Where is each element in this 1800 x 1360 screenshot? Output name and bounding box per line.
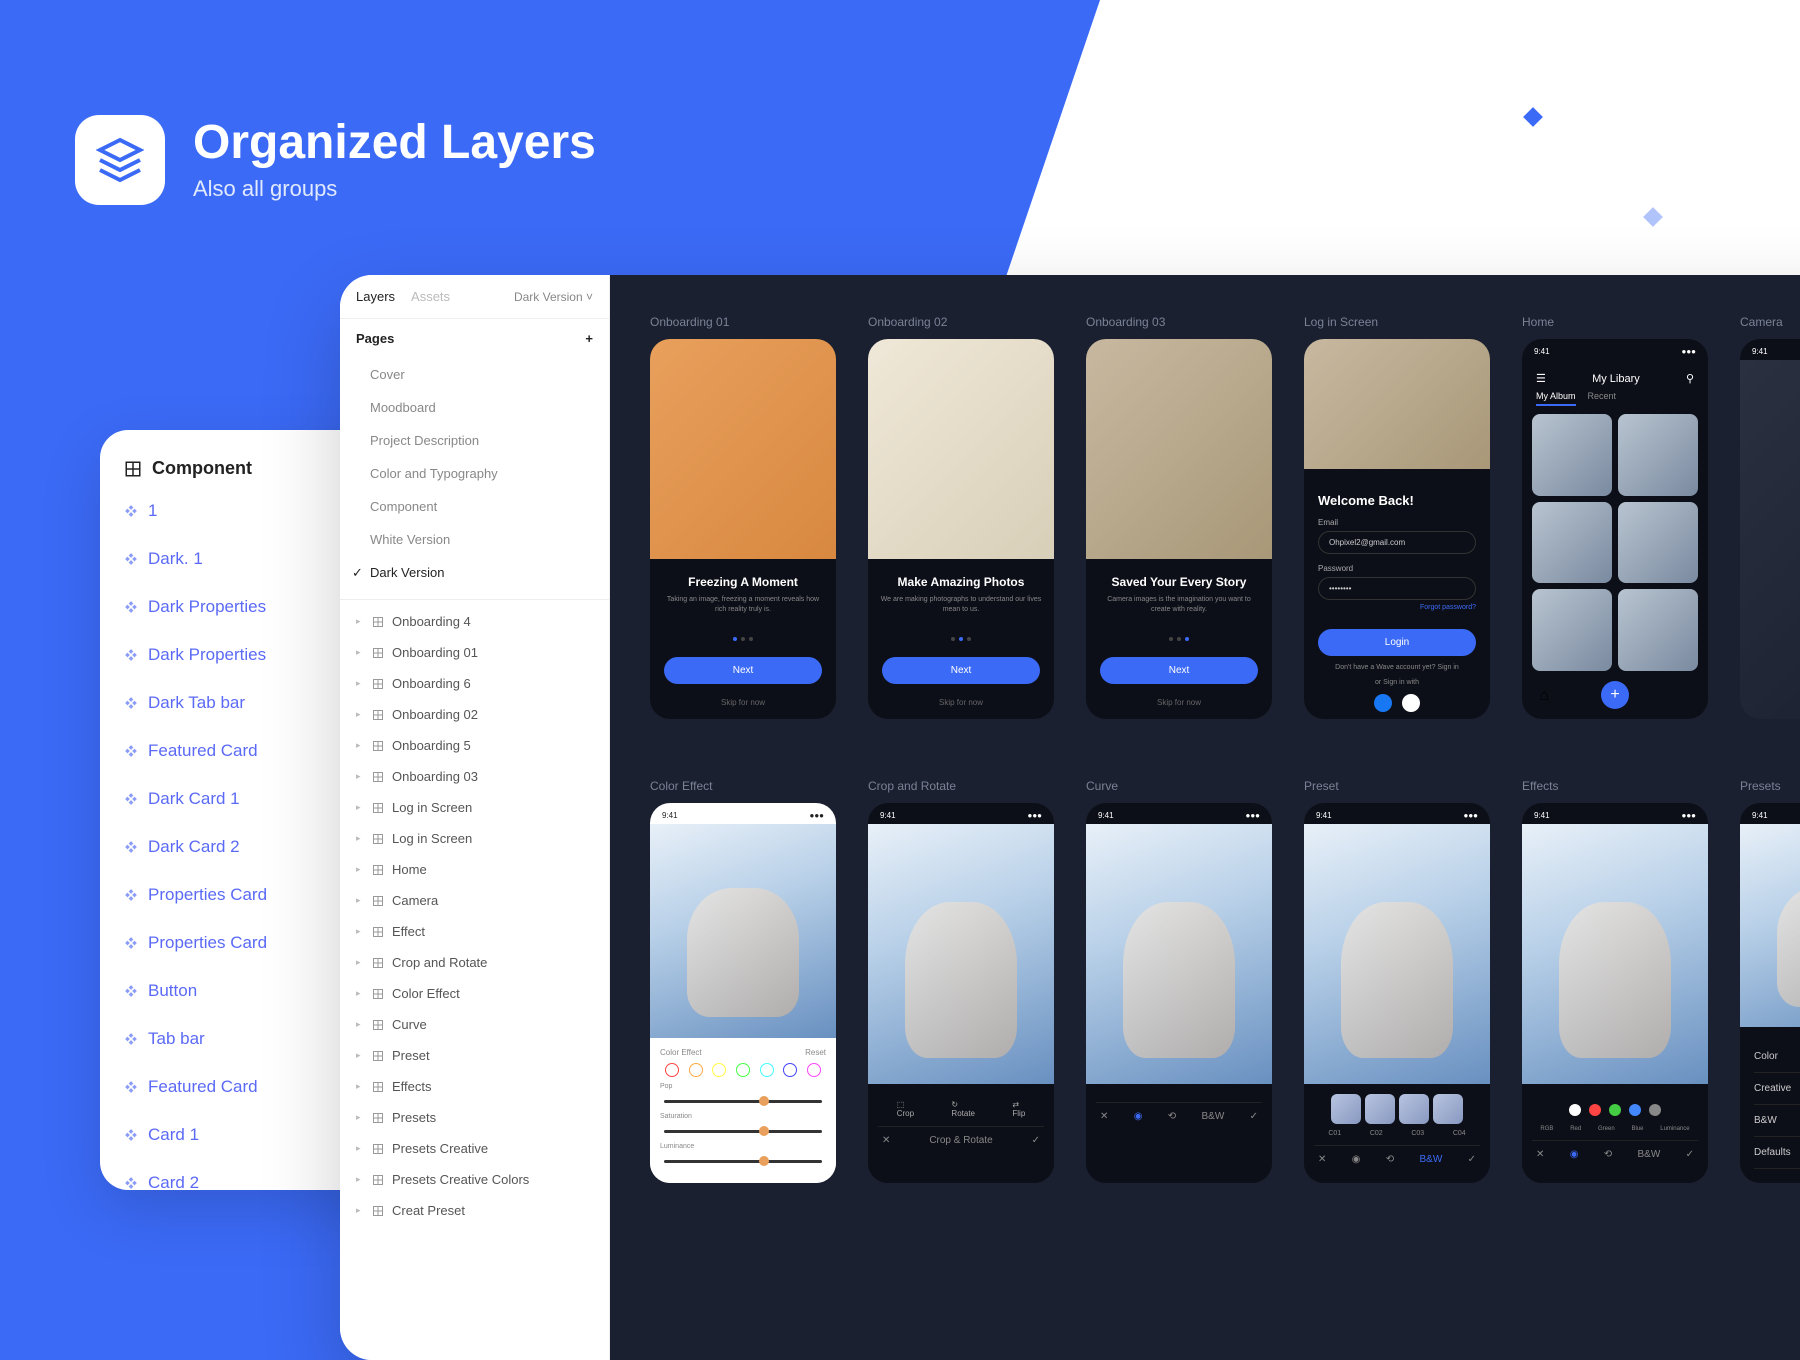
close-icon[interactable]: ✕ bbox=[1318, 1154, 1326, 1165]
decorative-dot bbox=[1643, 207, 1663, 227]
frame-item[interactable]: ▸Effect bbox=[340, 916, 609, 947]
password-field[interactable]: •••••••• bbox=[1318, 577, 1476, 600]
add-button[interactable]: + bbox=[1601, 681, 1629, 709]
login-button[interactable]: Login bbox=[1318, 629, 1476, 656]
frame-item[interactable]: ▸Curve bbox=[340, 1009, 609, 1040]
page-item[interactable]: Component bbox=[340, 490, 609, 523]
artboard[interactable]: Onboarding 02 Make Amazing PhotosWe are … bbox=[868, 315, 1054, 719]
skip-link[interactable]: Skip for now bbox=[650, 698, 836, 719]
design-canvas[interactable]: Onboarding 01 Freezing A MomentTaking an… bbox=[610, 275, 1800, 1360]
frame-item[interactable]: ▸Home bbox=[340, 854, 609, 885]
page-item[interactable]: Color and Typography bbox=[340, 457, 609, 490]
artboard[interactable]: Camera 9:41●●● bbox=[1740, 315, 1800, 719]
artboard[interactable]: Onboarding 01 Freezing A MomentTaking an… bbox=[650, 315, 836, 719]
frame-item[interactable]: ▸Onboarding 02 bbox=[340, 699, 609, 730]
skip-link[interactable]: Skip for now bbox=[868, 698, 1054, 719]
check-icon[interactable]: ✓ bbox=[1032, 1135, 1040, 1146]
frame-item[interactable]: ▸Preset bbox=[340, 1040, 609, 1071]
artboard[interactable]: Preset 9:41●●● C01C02C03C04 ✕◉⟲B&W✓ bbox=[1304, 779, 1490, 1183]
frame-item[interactable]: ▸Creat Preset bbox=[340, 1195, 609, 1226]
tab-recent[interactable]: Recent bbox=[1588, 391, 1617, 406]
frame-item[interactable]: ▸Camera bbox=[340, 885, 609, 916]
page-header: Organized Layers Also all groups bbox=[75, 115, 596, 205]
search-icon[interactable]: ⚲ bbox=[1686, 372, 1694, 385]
frame-item[interactable]: ▸Onboarding 01 bbox=[340, 637, 609, 668]
figma-window: Layers Assets Dark Version ˅ Pages + Cov… bbox=[340, 275, 1800, 1360]
layers-icon bbox=[75, 115, 165, 205]
page-item[interactable]: Moodboard bbox=[340, 391, 609, 424]
close-icon[interactable]: ✕ bbox=[882, 1135, 890, 1146]
email-field[interactable]: Ohpixel2@gmail.com bbox=[1318, 531, 1476, 554]
page-item[interactable]: Dark Version bbox=[340, 556, 609, 589]
artboard[interactable]: Presets 9:41●●● ColorCreativeB&WDefaults bbox=[1740, 779, 1800, 1183]
facebook-icon[interactable] bbox=[1374, 694, 1392, 712]
check-icon[interactable]: ✓ bbox=[1250, 1111, 1258, 1122]
page-item[interactable]: Project Description bbox=[340, 424, 609, 457]
frame-item[interactable]: ▸Log in Screen bbox=[340, 823, 609, 854]
frame-item[interactable]: ▸Presets Creative bbox=[340, 1133, 609, 1164]
check-icon[interactable]: ✓ bbox=[1468, 1154, 1476, 1165]
decorative-dot bbox=[1523, 107, 1543, 127]
frame-item[interactable]: ▸Onboarding 03 bbox=[340, 761, 609, 792]
pages-label: Pages bbox=[356, 331, 394, 346]
artboard[interactable]: Color Effect 9:41●●● Color EffectReset P… bbox=[650, 779, 836, 1183]
google-icon[interactable] bbox=[1402, 694, 1420, 712]
frame-item[interactable]: ▸Onboarding 6 bbox=[340, 668, 609, 699]
artboard[interactable]: Home 9:41●●● ☰My Libary⚲ My AlbumRecent … bbox=[1522, 315, 1708, 719]
page-item[interactable]: White Version bbox=[340, 523, 609, 556]
frame-item[interactable]: ▸Presets bbox=[340, 1102, 609, 1133]
frame-item[interactable]: ▸Crop and Rotate bbox=[340, 947, 609, 978]
frame-item[interactable]: ▸Log in Screen bbox=[340, 792, 609, 823]
forgot-link[interactable]: Forgot password? bbox=[1318, 604, 1476, 611]
add-page-button[interactable]: + bbox=[585, 331, 593, 346]
frame-item[interactable]: ▸Color Effect bbox=[340, 978, 609, 1009]
frame-item[interactable]: ▸Presets Creative Colors bbox=[340, 1164, 609, 1195]
next-button[interactable]: Next bbox=[664, 657, 822, 684]
close-icon[interactable]: ✕ bbox=[1536, 1149, 1544, 1160]
artboard[interactable]: Log in Screen Welcome Back! Email Ohpixe… bbox=[1304, 315, 1490, 719]
tab-album[interactable]: My Album bbox=[1536, 391, 1576, 406]
close-icon[interactable]: ✕ bbox=[1100, 1111, 1108, 1122]
frame-item[interactable]: ▸Onboarding 5 bbox=[340, 730, 609, 761]
next-button[interactable]: Next bbox=[882, 657, 1040, 684]
version-dropdown[interactable]: Dark Version ˅ bbox=[514, 290, 593, 304]
artboard[interactable]: Effects 9:41●●● RGBRedGreenBlueLuminance… bbox=[1522, 779, 1708, 1183]
layers-sidebar: Layers Assets Dark Version ˅ Pages + Cov… bbox=[340, 275, 610, 1360]
page-subtitle: Also all groups bbox=[193, 176, 596, 202]
frame-item[interactable]: ▸Onboarding 4 bbox=[340, 606, 609, 637]
home-icon[interactable]: ⌂ bbox=[1539, 687, 1555, 703]
next-button[interactable]: Next bbox=[1100, 657, 1258, 684]
skip-link[interactable]: Skip for now bbox=[1086, 698, 1272, 719]
artboard[interactable]: Curve 9:41●●● ✕◉⟲B&W✓ bbox=[1086, 779, 1272, 1183]
tab-layers[interactable]: Layers bbox=[356, 289, 395, 304]
frame-item[interactable]: ▸Effects bbox=[340, 1071, 609, 1102]
page-item[interactable]: Cover bbox=[340, 358, 609, 391]
menu-icon[interactable]: ☰ bbox=[1536, 372, 1546, 385]
page-title: Organized Layers bbox=[193, 115, 596, 170]
artboard[interactable]: Onboarding 03 Saved Your Every StoryCame… bbox=[1086, 315, 1272, 719]
check-icon[interactable]: ✓ bbox=[1686, 1149, 1694, 1160]
tab-assets[interactable]: Assets bbox=[411, 289, 450, 304]
artboard[interactable]: Crop and Rotate 9:41●●● ⬚Crop↻Rotate⇄Fli… bbox=[868, 779, 1054, 1183]
